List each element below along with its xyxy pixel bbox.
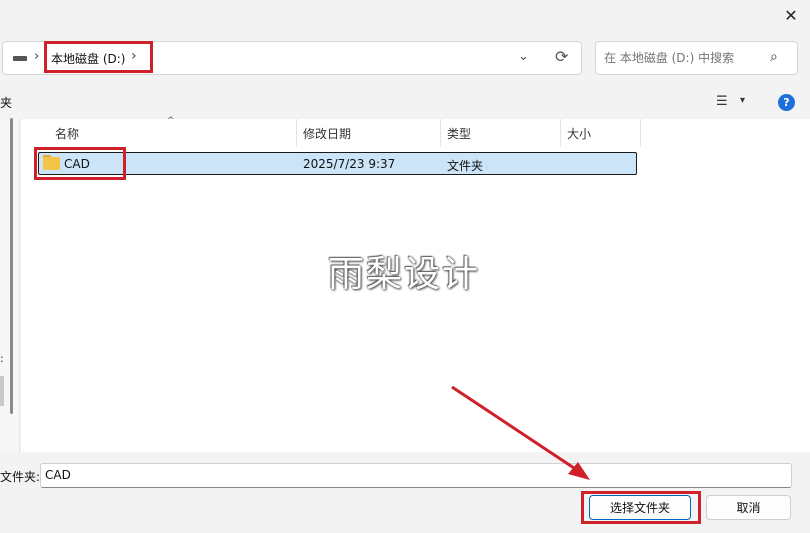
annotation-highlight-address [44, 41, 153, 73]
row-type: 文件夹 [447, 159, 484, 173]
row-modified: 2025/7/23 9:37 [303, 157, 396, 171]
navigation-item-highlight[interactable] [0, 376, 4, 406]
folder-name-value[interactable]: CAD [45, 468, 71, 482]
close-icon: ✕ [784, 5, 798, 25]
list-header: ^ 名称 修改日期 类型 大小 [21, 116, 641, 147]
annotation-highlight-folder [34, 147, 126, 180]
column-divider[interactable] [640, 119, 641, 147]
table-row[interactable]: CAD 2025/7/23 9:37 文件夹 [38, 152, 637, 175]
column-divider[interactable] [560, 119, 561, 147]
folder-name-field[interactable]: CAD [40, 463, 792, 488]
close-button[interactable]: ✕ [772, 0, 810, 30]
column-header-name[interactable]: 名称 [55, 125, 79, 142]
search-icon[interactable]: ⌕ [770, 49, 778, 65]
view-dropdown-icon[interactable]: ▾ [740, 95, 745, 106]
view-options-icon[interactable]: ☰ [716, 94, 728, 109]
search-input[interactable] [604, 51, 764, 65]
cancel-button[interactable]: 取消 [706, 495, 791, 520]
column-divider[interactable] [440, 119, 441, 147]
folder-label: 文件夹: [0, 470, 41, 484]
breadcrumb-arrow-icon[interactable]: › [34, 49, 39, 64]
history-dropdown-icon[interactable]: ⌄ [518, 49, 529, 64]
annotation-highlight-select [581, 491, 701, 524]
refresh-icon[interactable]: ⟳ [555, 47, 568, 66]
help-icon-glyph: ? [783, 96, 790, 109]
sort-ascending-icon: ^ [167, 116, 175, 126]
column-header-size[interactable]: 大小 [567, 125, 591, 142]
column-header-type[interactable]: 类型 [447, 125, 471, 142]
help-icon[interactable]: ? [778, 94, 795, 111]
navigation-item-fragment[interactable]: : [0, 352, 4, 365]
watermark: 雨梨设计 [328, 254, 481, 295]
search-box[interactable]: ⌕ [595, 41, 798, 75]
column-divider[interactable] [296, 119, 297, 147]
column-header-modified[interactable]: 修改日期 [303, 125, 351, 142]
drive-icon [13, 56, 27, 61]
navigation-scrollbar[interactable] [10, 118, 13, 414]
new-folder-button-fragment[interactable]: 夹 [0, 94, 12, 111]
